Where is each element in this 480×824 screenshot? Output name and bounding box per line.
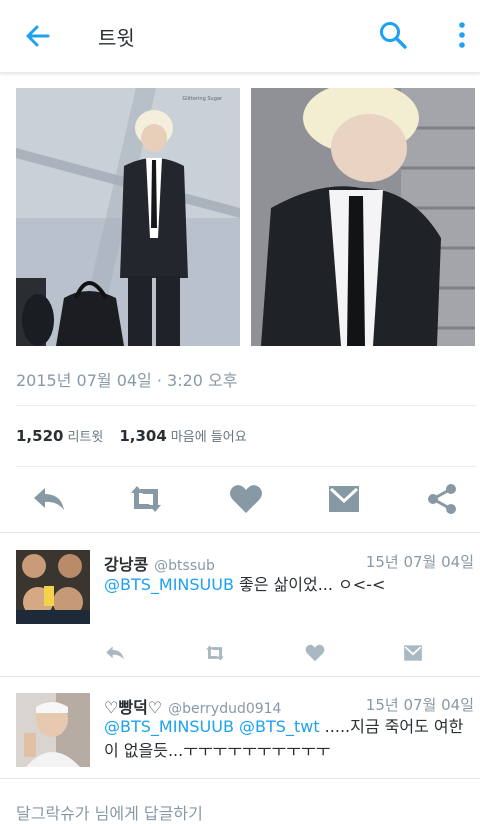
reply-item[interactable]: 강낭콩 @btssub 15년 07월 04일 @BTS_MINSUUB 좋은 삶… <box>0 533 480 673</box>
more-vertical-icon[interactable] <box>452 20 472 50</box>
avatar[interactable] <box>16 693 90 767</box>
reply-mention[interactable]: @BTS_MINSUUB <box>104 717 234 736</box>
reply-body: 좋은 삶이었... ㅇ<-< <box>233 575 386 594</box>
heart-icon[interactable] <box>304 643 326 663</box>
arrow-left-icon[interactable] <box>22 20 54 52</box>
retweet-icon[interactable] <box>128 482 164 516</box>
tweet-photo-right[interactable] <box>251 88 475 346</box>
share-icon[interactable] <box>424 482 460 516</box>
reply-mention[interactable]: @BTS_MINSUUB <box>104 575 234 594</box>
reply-mention[interactable]: @BTS_twt <box>239 717 320 736</box>
like-count-label: 마음에 들어요 <box>170 430 247 445</box>
message-icon[interactable] <box>402 643 424 663</box>
like-count[interactable]: 1,304 <box>119 427 166 445</box>
search-icon[interactable] <box>378 20 408 50</box>
reply-input[interactable]: 달그락슈가 님에게 답글하기 <box>16 800 203 824</box>
reply-author-handle[interactable]: @btssub <box>154 558 215 574</box>
reply-icon[interactable] <box>104 643 126 663</box>
avatar[interactable] <box>16 550 90 624</box>
reply-icon[interactable] <box>31 482 67 516</box>
retweet-count-label: 리트윗 <box>67 430 104 445</box>
divider <box>16 405 476 406</box>
reply-author: 강낭콩 @btssub <box>104 551 215 575</box>
message-icon[interactable] <box>326 482 362 516</box>
divider <box>0 778 480 779</box>
retweet-icon[interactable] <box>204 643 226 663</box>
tweet-photo-left[interactable]: Glittering Sugar <box>16 88 240 346</box>
heart-icon[interactable] <box>228 482 264 516</box>
app-bar: 트윗 <box>0 0 480 73</box>
tweet-timestamp: 2015년 07월 04일 · 3:20 오후 <box>16 371 238 390</box>
photo-watermark: Glittering Sugar <box>182 96 223 102</box>
reply-date: 15년 07월 04일 <box>365 696 474 714</box>
reply-text: @BTS_MINSUUB 좋은 삶이었... ㅇ<-< <box>104 573 472 597</box>
reply-text: @BTS_MINSUUB @BTS_twt .....지금 죽어도 여한이 없을… <box>104 715 472 763</box>
tweet-stats: 1,520 리트윗 1,304 마음에 들어요 <box>16 426 263 445</box>
reply-date: 15년 07월 04일 <box>365 553 474 571</box>
reply-item[interactable]: ♡빵덕♡ @berrydud0914 15년 07월 04일 @BTS_MINSU… <box>0 677 480 777</box>
reply-actions <box>104 643 434 663</box>
tweet-action-bar <box>0 468 480 530</box>
reply-author-name[interactable]: 강낭콩 <box>104 555 148 574</box>
retweet-count[interactable]: 1,520 <box>16 427 63 445</box>
divider <box>16 466 476 467</box>
page-title: 트윗 <box>98 26 135 50</box>
